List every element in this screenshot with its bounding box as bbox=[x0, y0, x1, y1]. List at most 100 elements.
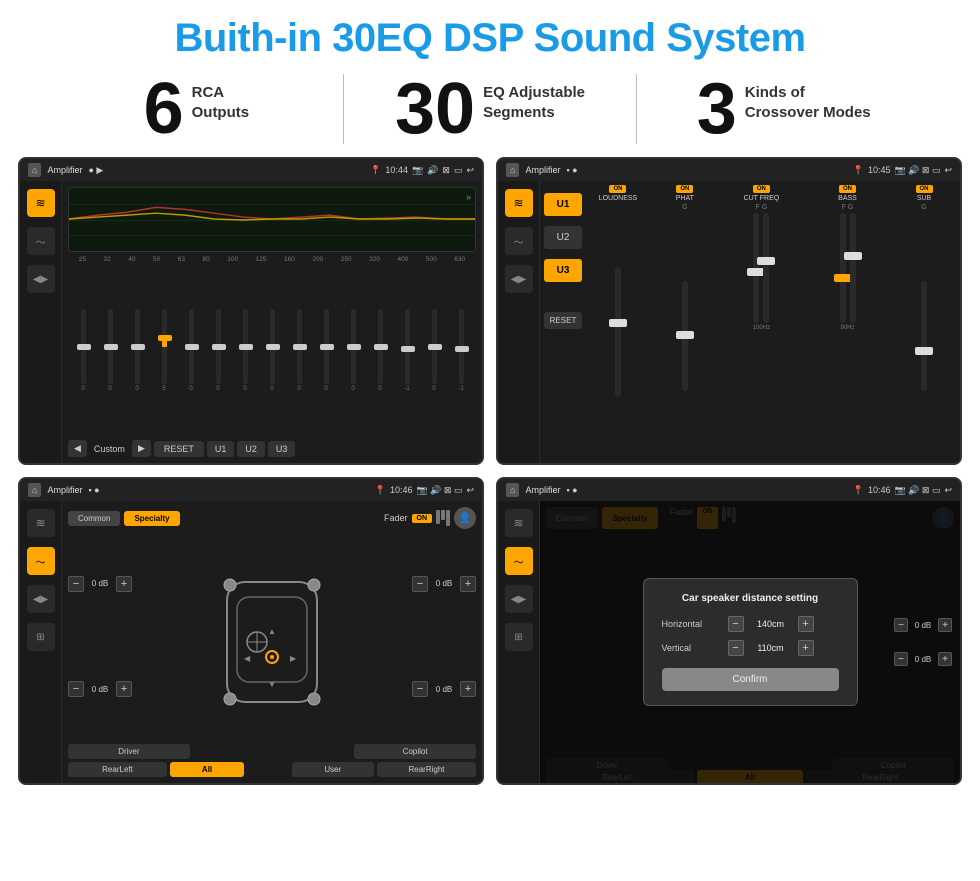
u3-btn[interactable]: U3 bbox=[544, 259, 582, 282]
rearright-btn[interactable]: RearRight bbox=[377, 762, 476, 777]
cutfreq-slider-f[interactable] bbox=[753, 213, 759, 323]
eq-icon-speaker[interactable]: ◀▶ bbox=[27, 265, 55, 293]
eq-icon-wave[interactable]: 〜 bbox=[27, 227, 55, 255]
common-tab[interactable]: Common bbox=[68, 511, 120, 526]
fader-screen-container: ⌂ Amplifier ▪ ● 📍 10:46 📷 🔊 ⊠ ▭ ↩ ≋ 〜 ◀▶… bbox=[18, 477, 484, 785]
fader-on-badge: ON bbox=[412, 514, 433, 523]
horizontal-minus[interactable]: − bbox=[728, 616, 744, 632]
eq-slider-9[interactable]: 0 bbox=[313, 309, 339, 392]
dialog-vol-plus-2[interactable]: + bbox=[938, 652, 952, 666]
back-icon-cross[interactable]: ↩ bbox=[944, 165, 952, 176]
stat-divider-1 bbox=[343, 74, 344, 144]
home-icon-eq[interactable]: ⌂ bbox=[28, 163, 41, 177]
eq-slider-13[interactable]: 0 bbox=[421, 309, 447, 392]
cross-reset-btn[interactable]: RESET bbox=[544, 312, 582, 329]
cross-icon-eq[interactable]: ≋ bbox=[505, 189, 533, 217]
rearleft-btn[interactable]: RearLeft bbox=[68, 762, 167, 777]
eq-preset-label: Custom bbox=[90, 444, 129, 454]
dialog-icon-eq[interactable]: ≋ bbox=[505, 509, 533, 537]
eq-slider-7[interactable]: 0 bbox=[259, 309, 285, 392]
cross-sidebar: ≋ 〜 ◀▶ bbox=[498, 181, 540, 463]
time-cross: 10:45 bbox=[868, 165, 891, 175]
eq-slider-1[interactable]: 0 bbox=[97, 309, 123, 392]
home-icon-dialog[interactable]: ⌂ bbox=[506, 483, 519, 497]
fader-icon-wave[interactable]: 〜 bbox=[27, 547, 55, 575]
eq-slider-12[interactable]: -1 bbox=[394, 309, 420, 392]
vertical-label: Vertical bbox=[662, 643, 722, 653]
vol-minus-bl[interactable]: − bbox=[68, 681, 84, 697]
all-btn[interactable]: All bbox=[170, 762, 244, 777]
specialty-tab[interactable]: Specialty bbox=[124, 511, 179, 526]
dialog-vol-plus-1[interactable]: + bbox=[938, 618, 952, 632]
eq-expand-icon[interactable]: » bbox=[466, 192, 471, 202]
back-icon-dialog[interactable]: ↩ bbox=[944, 485, 952, 496]
loudness-slider[interactable] bbox=[615, 267, 621, 397]
stat-label-rca: RCA Outputs bbox=[192, 73, 250, 122]
horizontal-label: Horizontal bbox=[662, 619, 722, 629]
eq-slider-14[interactable]: -1 bbox=[448, 309, 474, 392]
dialog-icon-wave[interactable]: 〜 bbox=[505, 547, 533, 575]
eq-u2-btn[interactable]: U2 bbox=[237, 441, 265, 457]
home-icon-cross[interactable]: ⌂ bbox=[506, 163, 519, 177]
eq-slider-8[interactable]: 0 bbox=[286, 309, 312, 392]
vol-minus-tr[interactable]: − bbox=[412, 576, 428, 592]
sub-slider[interactable] bbox=[921, 281, 927, 391]
vol-plus-tr[interactable]: + bbox=[460, 576, 476, 592]
phat-on-badge: ON bbox=[676, 185, 693, 193]
driver-btn[interactable]: Driver bbox=[68, 744, 190, 759]
cross-icon-wave[interactable]: 〜 bbox=[505, 227, 533, 255]
dialog-icon-expand[interactable]: ⊞ bbox=[505, 623, 533, 651]
vol-plus-br[interactable]: + bbox=[460, 681, 476, 697]
svg-text:▶: ▶ bbox=[290, 654, 297, 663]
eq-slider-6[interactable]: 0 bbox=[232, 309, 258, 392]
dialog-screen-container: ⌂ Amplifier ▪ ● 📍 10:46 📷 🔊 ⊠ ▭ ↩ ≋ 〜 ◀▶… bbox=[496, 477, 962, 785]
cutfreq-slider-g[interactable] bbox=[763, 213, 769, 323]
copilot-btn[interactable]: Copilot bbox=[354, 744, 476, 759]
cross-icon-speaker[interactable]: ◀▶ bbox=[505, 265, 533, 293]
fader-icon-speaker[interactable]: ◀▶ bbox=[27, 585, 55, 613]
dialog-vol-minus-2[interactable]: − bbox=[894, 652, 908, 666]
eq-prev-btn[interactable]: ◀ bbox=[68, 440, 87, 457]
eq-slider-3[interactable]: 5 bbox=[151, 309, 177, 392]
bass-slider-f[interactable] bbox=[840, 213, 846, 323]
vertical-value: 110cm bbox=[750, 643, 792, 653]
android-bar-dialog: ⌂ Amplifier ▪ ● 📍 10:46 📷 🔊 ⊠ ▭ ↩ bbox=[498, 479, 960, 501]
eq-slider-4[interactable]: 0 bbox=[178, 309, 204, 392]
eq-main: » 25324050638010012516020025032040050063… bbox=[62, 181, 482, 463]
user-btn[interactable]: User bbox=[292, 762, 374, 777]
vertical-plus[interactable]: + bbox=[798, 640, 814, 656]
eq-slider-11[interactable]: 0 bbox=[367, 309, 393, 392]
bass-slider-g[interactable] bbox=[850, 213, 856, 323]
vol-plus-bl[interactable]: + bbox=[116, 681, 132, 697]
phat-slider[interactable] bbox=[682, 281, 688, 391]
confirm-btn[interactable]: Confirm bbox=[662, 668, 839, 691]
stat-label-crossover: Kinds of Crossover Modes bbox=[745, 73, 871, 122]
eq-slider-5[interactable]: 0 bbox=[205, 309, 231, 392]
home-icon-fader[interactable]: ⌂ bbox=[28, 483, 41, 497]
app-title-dialog: Amplifier bbox=[525, 485, 560, 495]
stat-number-30: 30 bbox=[395, 73, 475, 145]
fader-icon-expand[interactable]: ⊞ bbox=[27, 623, 55, 651]
horizontal-plus[interactable]: + bbox=[798, 616, 814, 632]
vol-minus-tl[interactable]: − bbox=[68, 576, 84, 592]
vol-minus-br[interactable]: − bbox=[412, 681, 428, 697]
eq-next-btn[interactable]: ▶ bbox=[132, 440, 151, 457]
u2-btn[interactable]: U2 bbox=[544, 226, 582, 249]
eq-slider-10[interactable]: 0 bbox=[340, 309, 366, 392]
eq-slider-2[interactable]: 0 bbox=[124, 309, 150, 392]
fader-icon-eq[interactable]: ≋ bbox=[27, 509, 55, 537]
eq-reset-btn[interactable]: RESET bbox=[154, 441, 204, 457]
dialog-vol-minus-1[interactable]: − bbox=[894, 618, 908, 632]
back-icon-fader[interactable]: ↩ bbox=[466, 485, 474, 496]
eq-icon-eq[interactable]: ≋ bbox=[27, 189, 55, 217]
eq-slider-0[interactable]: 0 bbox=[70, 309, 96, 392]
eq-u3-btn[interactable]: U3 bbox=[268, 441, 296, 457]
u1-btn[interactable]: U1 bbox=[544, 193, 582, 216]
bass-on-badge: ON bbox=[839, 185, 856, 193]
back-icon-eq[interactable]: ↩ bbox=[466, 165, 474, 176]
vol-plus-tl[interactable]: + bbox=[116, 576, 132, 592]
stat-item-rca: 6 RCA Outputs bbox=[60, 73, 333, 145]
dialog-icon-speaker[interactable]: ◀▶ bbox=[505, 585, 533, 613]
vertical-minus[interactable]: − bbox=[728, 640, 744, 656]
eq-u1-btn[interactable]: U1 bbox=[207, 441, 235, 457]
